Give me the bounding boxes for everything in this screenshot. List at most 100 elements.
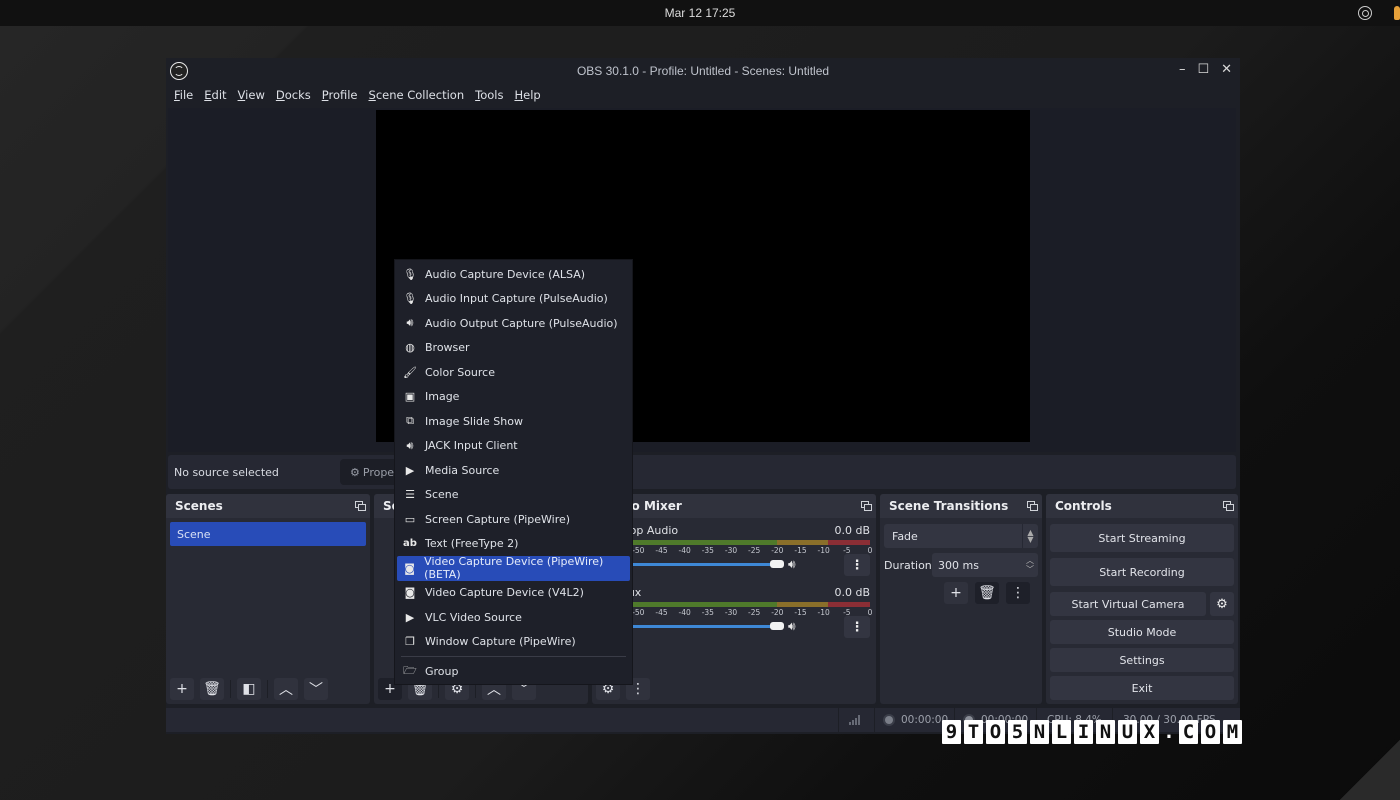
paint-brush-icon: 🖌︎ — [403, 365, 417, 379]
channel-menu-button[interactable]: ⋮ — [844, 554, 870, 576]
context-menu-item[interactable]: ◙ Video Capture Device (V4L2) — [397, 581, 630, 606]
plus-icon: + — [176, 681, 188, 697]
mixer-channel: Mic/Aux0.0 dB-50-45-40-35-30-25-20-15-10… — [592, 580, 876, 642]
volume-slider-handle[interactable] — [770, 622, 784, 630]
scene-list-item[interactable]: Scene — [170, 522, 366, 546]
context-menu-label: Color Source — [425, 365, 495, 379]
add-transition-button[interactable]: + — [944, 582, 968, 604]
signal-bars-icon — [849, 715, 860, 725]
minimize-button[interactable]: – — [1179, 62, 1186, 77]
scenes-title: Scenes — [175, 499, 223, 513]
meter-yellow-zone — [777, 540, 829, 545]
menu-docks[interactable]: Docks — [276, 88, 311, 102]
microphone-icon: 🎙︎ — [403, 292, 417, 306]
meter-tick-label: -25 — [748, 546, 761, 555]
obs-main-window: OBS 30.1.0 - Profile: Untitled - Scenes:… — [166, 58, 1240, 734]
start-streaming-button[interactable]: Start Streaming — [1050, 524, 1234, 552]
meter-tick-label: -10 — [817, 608, 830, 617]
meter-tick-label: -50 — [632, 546, 645, 555]
context-menu-item[interactable]: 🔊︎ Audio Output Capture (PulseAudio) — [397, 311, 630, 336]
properties-button[interactable]: ⚙ Properties — [340, 459, 400, 485]
volume-slider-handle[interactable] — [770, 560, 784, 568]
studio-mode-button[interactable]: Studio Mode — [1050, 620, 1234, 644]
camera-icon: ◙ — [404, 561, 415, 575]
mixer-channel: Desktop Audio 0.0 dB -50 -45 -40 -35 -30 -25 -20… — [592, 518, 876, 580]
menu-edit[interactable]: Edit — [204, 88, 226, 102]
system-tray — [1358, 0, 1400, 26]
meter-tick-label: -10 — [817, 546, 830, 555]
context-menu-item[interactable]: 🎙︎ Audio Capture Device (ALSA) — [397, 262, 630, 287]
context-menu-item[interactable]: 🔊︎ JACK Input Client — [397, 434, 630, 459]
obs-tray-icon[interactable] — [1358, 6, 1372, 20]
undock-icon[interactable] — [1027, 501, 1038, 511]
source-toolbar: No source selected ⚙ Properties — [168, 455, 1236, 489]
plus-icon: + — [950, 585, 962, 601]
context-menu-label: Image — [425, 390, 460, 404]
context-menu-item[interactable]: ▶ Media Source — [397, 458, 630, 483]
folder-icon: 🗁 — [403, 663, 417, 677]
speaker-icon[interactable]: 🔊︎ — [788, 619, 796, 634]
remove-scene-button[interactable]: 🗑︎ — [200, 678, 224, 700]
start-virtual-camera-button[interactable]: Start Virtual Camera — [1050, 592, 1206, 616]
maximize-button[interactable]: ☐ — [1197, 62, 1209, 77]
undock-icon[interactable] — [861, 501, 872, 511]
menu-file[interactable]: File — [174, 88, 193, 102]
menu-scene-collection[interactable]: Scene Collection — [369, 88, 465, 102]
menu-help[interactable]: Help — [514, 88, 540, 102]
meter-tick-label: -30 — [724, 546, 738, 555]
spin-arrows-icon[interactable]: ︿ ﹀ — [1024, 553, 1036, 577]
text-icon: ab — [403, 538, 417, 550]
transition-select[interactable]: Fade ▲ ▼ — [884, 524, 1038, 548]
exit-button[interactable]: Exit — [1050, 676, 1234, 700]
clock[interactable]: Mar 12 17:25 — [665, 6, 736, 20]
scenes-toolbar: + 🗑︎ ◧ ︿ ﹀ — [170, 678, 366, 700]
virtual-camera-settings-button[interactable]: ⚙ — [1210, 592, 1234, 616]
controls-title: Controls — [1055, 499, 1112, 513]
separator — [267, 680, 268, 698]
context-menu-item[interactable]: ☰ Scene — [397, 483, 630, 508]
context-menu-item[interactable]: ab Text (FreeType 2) — [397, 532, 630, 557]
scene-filters-button[interactable]: ◧ — [237, 678, 261, 700]
microphone-indicator-icon[interactable] — [1394, 6, 1400, 20]
add-scene-button[interactable]: + — [170, 678, 194, 700]
undock-icon[interactable] — [1223, 501, 1234, 511]
context-menu-item[interactable]: ◙ Video Capture Device (PipeWire) (BETA) — [397, 555, 630, 581]
watermark-letter: N — [1096, 720, 1115, 744]
mixer-toolbar: ⚙ ⋮ — [596, 678, 872, 700]
settings-button[interactable]: Settings — [1050, 648, 1234, 672]
move-scene-down-button[interactable]: ﹀ — [304, 678, 328, 700]
menu-profile[interactable]: Profile — [322, 88, 358, 102]
channel-menu-button[interactable]: ⋮ — [844, 616, 870, 638]
start-recording-button[interactable]: Start Recording — [1050, 558, 1234, 586]
meter-tick-label: -45 — [655, 608, 668, 617]
move-scene-up-button[interactable]: ︿ — [274, 678, 298, 700]
context-menu-item[interactable]: ⧉ Image Slide Show — [397, 409, 630, 434]
menu-view[interactable]: View — [238, 88, 265, 102]
context-menu-item[interactable]: 🎙︎ Audio Input Capture (PulseAudio) — [397, 287, 630, 312]
context-menu-item[interactable]: ▣ Image — [397, 385, 630, 410]
close-button[interactable]: ✕ — [1221, 62, 1232, 77]
remove-transition-button[interactable]: 🗑︎ — [975, 582, 999, 604]
context-menu-item[interactable]: 🖌︎ Color Source — [397, 360, 630, 385]
context-menu-item-group[interactable]: 🗁 Group — [397, 659, 630, 684]
context-menu-item[interactable]: ▶ VLC Video Source — [397, 605, 630, 630]
context-menu-item[interactable]: ❐ Window Capture (PipeWire) — [397, 630, 630, 655]
duration-spinbox[interactable]: 300 ms ︿ ﹀ — [932, 553, 1038, 577]
watermark-letter: . — [1163, 721, 1175, 743]
play-icon: ▶ — [405, 610, 415, 624]
context-menu-item[interactable]: ▭ Screen Capture (PipeWire) — [397, 507, 630, 532]
window-icon: ❐ — [405, 635, 415, 649]
speaker-icon[interactable]: 🔊︎ — [788, 557, 796, 572]
context-menu-label: Audio Capture Device (ALSA) — [425, 267, 586, 281]
gear-icon: ⚙ — [350, 465, 360, 479]
watermark-letter: X — [1140, 720, 1159, 744]
title-bar[interactable]: OBS 30.1.0 - Profile: Untitled - Scenes:… — [166, 58, 1240, 84]
transition-menu-button[interactable]: ⋮ — [1006, 582, 1030, 604]
microphone-icon: 🎙︎ — [403, 267, 417, 281]
meter-tick-label: -15 — [794, 546, 807, 555]
kebab-menu-icon: ⋮ — [631, 681, 645, 697]
context-menu-item[interactable]: ◍ Browser — [397, 336, 630, 361]
menu-tools[interactable]: Tools — [475, 88, 503, 102]
gear-icon: ⚙ — [1216, 596, 1228, 612]
undock-icon[interactable] — [355, 501, 366, 511]
